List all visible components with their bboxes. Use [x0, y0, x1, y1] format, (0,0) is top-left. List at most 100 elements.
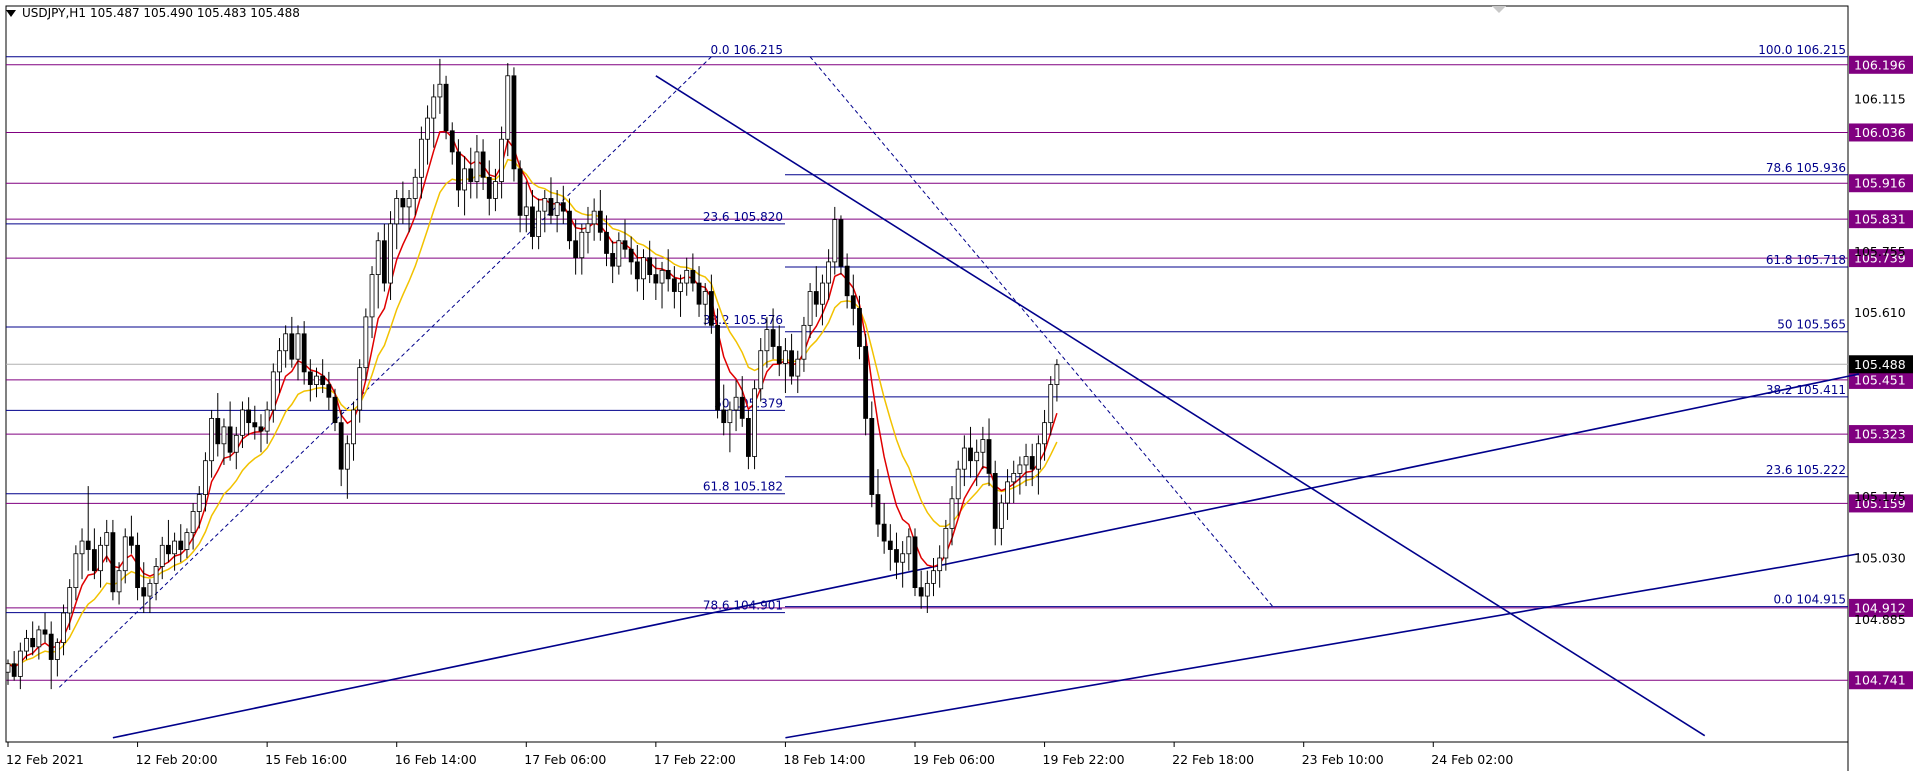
candle-body — [456, 151, 461, 191]
candle-body — [912, 536, 918, 589]
candle-body — [708, 291, 714, 326]
candle-body — [536, 210, 542, 237]
candle-body — [17, 650, 23, 677]
candle-body — [579, 231, 585, 259]
candle-body — [98, 544, 103, 572]
candle-body — [233, 434, 239, 453]
fib-level-label: 23.6 105.222 — [1766, 463, 1846, 477]
fib-level-label: 0.0 106.215 — [710, 43, 783, 57]
candle-body — [184, 532, 190, 550]
candle-body — [610, 253, 616, 267]
candle-body — [320, 375, 326, 385]
price-level-label: 105.831 — [1854, 212, 1906, 227]
candle-body — [826, 261, 832, 284]
candle-body — [437, 83, 443, 98]
candle-body — [665, 269, 671, 280]
candle-body — [499, 138, 505, 182]
candle-body — [1011, 473, 1017, 483]
candle-body — [54, 642, 60, 660]
candle-body — [813, 291, 819, 305]
candle-body — [412, 176, 418, 199]
y-tick-label: 105.175 — [1854, 489, 1906, 504]
candle-body — [221, 426, 227, 445]
x-tick-label: 12 Feb 2021 — [6, 752, 84, 767]
candle-body — [67, 587, 73, 614]
candle-body — [918, 587, 924, 597]
x-tick-label: 23 Feb 10:00 — [1302, 752, 1384, 767]
candle-body — [1035, 443, 1041, 470]
y-tick-label: 106.115 — [1854, 92, 1906, 107]
candle-body — [196, 494, 202, 512]
candle-body — [1048, 384, 1054, 424]
price-level-label: 104.741 — [1854, 673, 1906, 688]
chart-svg[interactable]: 106.196106.036105.916105.831105.739105.4… — [0, 0, 1920, 771]
candle-body — [209, 418, 215, 462]
candle-body — [961, 447, 967, 470]
candle-body — [838, 219, 844, 267]
current-price-label: 105.488 — [1854, 357, 1906, 372]
candle-body — [190, 511, 196, 534]
candle-body — [1005, 481, 1010, 504]
candle-body — [338, 422, 344, 470]
candle-body — [104, 532, 110, 546]
candle-body — [585, 223, 591, 233]
x-tick-label: 22 Feb 18:00 — [1172, 752, 1254, 767]
candle-body — [715, 324, 720, 411]
candle-body — [906, 536, 912, 555]
candle-body — [894, 549, 899, 563]
candle-body — [5, 663, 11, 673]
chart-menu-icon[interactable] — [6, 9, 16, 17]
candle-body — [986, 439, 992, 474]
candle-body — [1042, 422, 1047, 445]
candle-body — [11, 663, 17, 677]
candle-body — [931, 570, 936, 584]
candle-body — [295, 333, 301, 360]
candle-body — [542, 198, 548, 212]
candle-body — [110, 532, 116, 593]
candle-body — [844, 265, 850, 297]
candle-body — [764, 329, 770, 352]
candle-body — [36, 629, 42, 648]
ohlc-quote: 105.487 105.490 105.483 105.488 — [89, 6, 300, 20]
chart-window: 106.196 106.036 105.916 105.831 105.739 105.4… — [0, 0, 1920, 771]
candle-body — [258, 426, 264, 432]
candle-body — [363, 316, 369, 369]
x-tick-label: 12 Feb 20:00 — [136, 752, 218, 767]
candle-body — [166, 544, 171, 555]
candle-body — [30, 637, 36, 648]
x-tick-label: 19 Feb 06:00 — [913, 752, 995, 767]
price-level-label: 106.036 — [1854, 125, 1906, 140]
candle-body — [431, 96, 437, 119]
candle-body — [530, 206, 535, 237]
candle-body — [980, 439, 986, 453]
candle-body — [462, 168, 467, 191]
candle-body — [746, 418, 751, 457]
candle-body — [493, 181, 498, 199]
candle-body — [770, 329, 776, 347]
fib-level-label: 61.8 105.718 — [1766, 253, 1846, 267]
candle-body — [1029, 456, 1035, 470]
candle-body — [807, 291, 813, 326]
candle-body — [554, 202, 560, 216]
candle-body — [449, 130, 455, 153]
candle-body — [616, 240, 622, 267]
candle-body — [684, 269, 690, 284]
candle-body — [351, 409, 356, 445]
candle-body — [943, 527, 949, 559]
fib-level-label: 0.0 104.915 — [1773, 593, 1846, 607]
candle-body — [443, 83, 449, 132]
candle-body — [147, 582, 153, 597]
candle-body — [1023, 456, 1029, 466]
symbol-timeframe: USDJPY,H1 — [22, 6, 86, 20]
candle-body — [307, 371, 313, 385]
candle-body — [418, 138, 424, 178]
candle-body — [91, 549, 97, 572]
candle-body — [733, 396, 739, 411]
candle-body — [203, 460, 208, 495]
x-tick-label: 17 Feb 06:00 — [524, 752, 606, 767]
candle-body — [394, 198, 400, 225]
candle-body — [783, 350, 788, 364]
price-level-label: 105.451 — [1854, 372, 1906, 387]
candle-body — [73, 553, 79, 589]
candle-body — [869, 418, 875, 495]
